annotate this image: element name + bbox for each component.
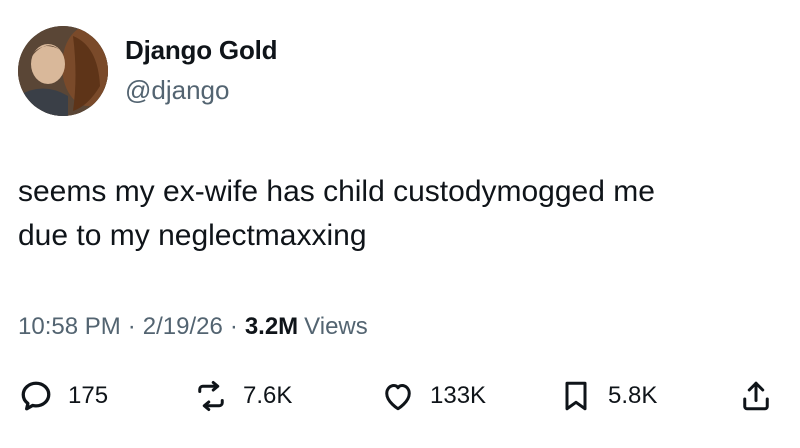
bookmark-button[interactable]: 5.8K [558,376,657,416]
share-icon [743,381,769,411]
reply-button[interactable]: 175 [18,376,108,416]
bookmark-icon [565,381,587,411]
profile-photo-icon [18,26,108,116]
tweet-text: seems my ex-wife has child custodymogged… [18,175,655,252]
like-button[interactable]: 133K [380,376,486,416]
meta-separator: · [229,313,238,340]
views-label: Views [304,313,368,340]
reply-count: 175 [68,382,109,409]
action-bar: 175 7.6K 133K 5.8K [18,376,780,416]
share-button[interactable] [738,376,774,416]
repost-count: 7.6K [243,382,293,409]
meta-separator: · [127,313,136,340]
repost-button[interactable]: 7.6K [193,376,292,416]
tweet-time[interactable]: 10:58 PM [18,313,121,341]
tweet-meta: 10:58 PM · 2/19/26 · 3.2M Views [18,313,368,341]
display-name[interactable]: Django Gold [125,35,278,66]
avatar[interactable] [18,26,108,116]
user-handle[interactable]: @django [125,75,229,106]
reply-icon [21,381,51,411]
tweet-date[interactable]: 2/19/26 [143,313,223,341]
repost-icon [198,381,224,411]
views-count: 3.2M [244,313,299,340]
bookmark-count: 5.8K [608,382,658,409]
heart-icon [385,384,411,411]
like-count: 133K [430,382,487,409]
